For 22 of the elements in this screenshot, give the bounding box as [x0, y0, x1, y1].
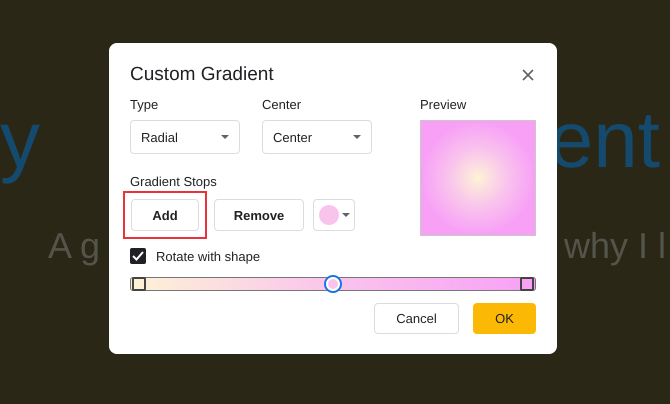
ok-button[interactable]: OK: [473, 303, 536, 334]
stop-handle[interactable]: [520, 277, 534, 291]
field-label: Center: [262, 97, 302, 112]
field-label: Type: [130, 97, 160, 112]
section-label: Gradient Stops: [130, 174, 218, 189]
center-dropdown[interactable]: Center: [262, 120, 372, 154]
color-swatch: [318, 205, 338, 225]
checkbox[interactable]: [130, 248, 146, 264]
close-button[interactable]: [520, 67, 536, 83]
caret-icon: [342, 213, 350, 217]
dialog-title: Custom Gradient: [130, 64, 274, 86]
add-button[interactable]: Add: [131, 199, 199, 231]
preview-label: Preview: [420, 97, 468, 112]
gradient-slider[interactable]: [130, 277, 536, 291]
caret-icon: [221, 135, 229, 139]
checkbox-label: Rotate with shape: [156, 248, 260, 264]
cancel-button[interactable]: Cancel: [374, 303, 459, 334]
color-picker-button[interactable]: [313, 199, 355, 231]
remove-button[interactable]: Remove: [214, 199, 304, 231]
stop-handle[interactable]: [132, 277, 146, 291]
type-dropdown[interactable]: Radial: [130, 120, 240, 154]
caret-icon: [353, 135, 361, 139]
